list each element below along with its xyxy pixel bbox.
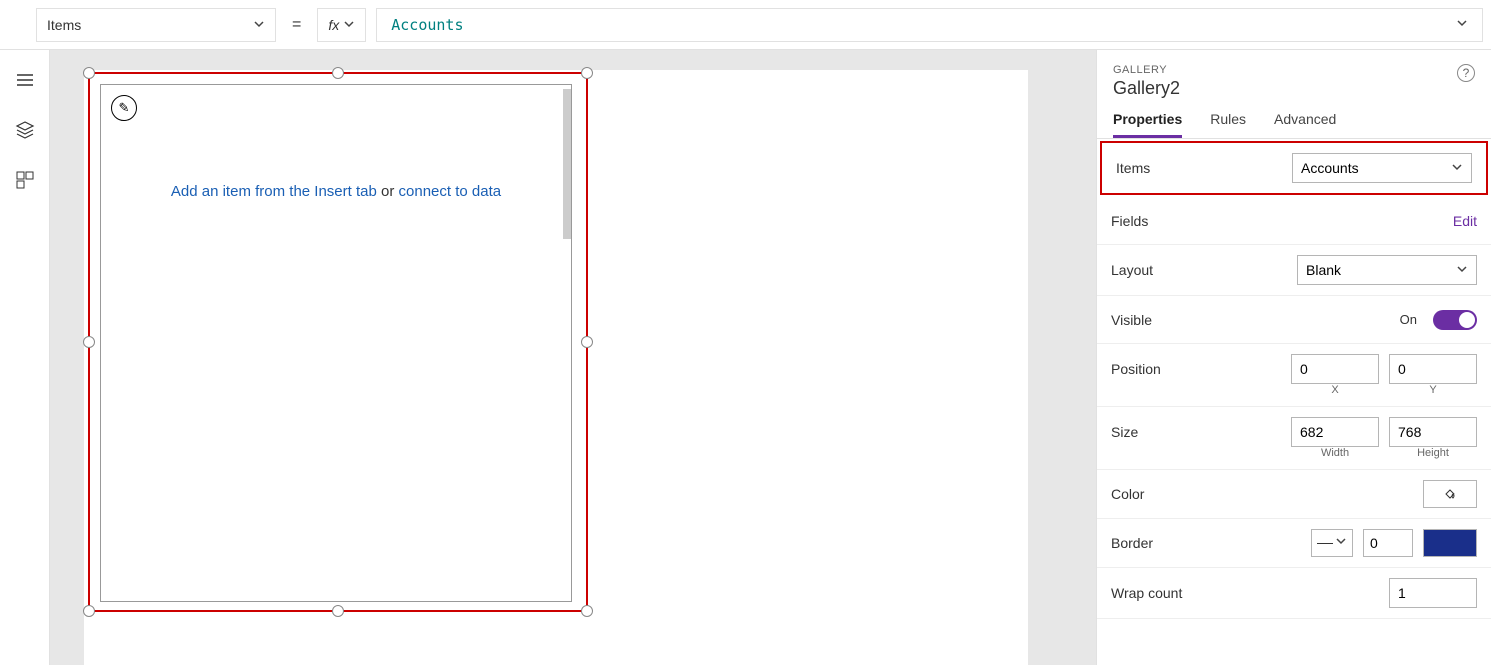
gallery-hint: Add an item from the Insert tab or conne… <box>101 183 571 200</box>
property-selector[interactable]: Items <box>36 8 276 42</box>
prop-fields-label: Fields <box>1111 213 1241 229</box>
resize-handle[interactable] <box>581 605 593 617</box>
help-icon[interactable]: ? <box>1457 64 1475 82</box>
layout-select-value: Blank <box>1306 262 1341 278</box>
resize-handle[interactable] <box>332 67 344 79</box>
artboard[interactable]: ✎ Add an item from the Insert tab or con… <box>84 70 1028 665</box>
prop-visible-label: Visible <box>1111 312 1241 328</box>
prop-border-row: Border <box>1097 519 1491 568</box>
items-select[interactable]: Accounts <box>1292 153 1472 183</box>
chevron-down-icon <box>253 17 265 33</box>
edit-pencil-icon[interactable]: ✎ <box>111 95 137 121</box>
resize-handle[interactable] <box>332 605 344 617</box>
size-height-sublabel: Height <box>1389 447 1477 459</box>
formula-text: Accounts <box>391 16 463 34</box>
chevron-down-icon <box>1335 534 1347 552</box>
prop-color-label: Color <box>1111 486 1241 502</box>
selection-outline: ✎ Add an item from the Insert tab or con… <box>88 72 588 612</box>
prop-visible-row: Visible On <box>1097 296 1491 344</box>
chevron-down-icon <box>1456 262 1468 278</box>
resize-handle[interactable] <box>581 67 593 79</box>
layout-select[interactable]: Blank <box>1297 255 1477 285</box>
tab-advanced[interactable]: Advanced <box>1274 111 1336 138</box>
visible-state-text: On <box>1400 312 1417 327</box>
border-color-swatch[interactable] <box>1423 529 1477 557</box>
hint-middle: or <box>377 183 399 200</box>
canvas-area[interactable]: ✎ Add an item from the Insert tab or con… <box>50 50 1096 665</box>
connect-data-link[interactable]: connect to data <box>399 183 502 200</box>
prop-items-label: Items <box>1116 160 1246 176</box>
paint-bucket-icon <box>1443 487 1457 501</box>
chevron-down-icon <box>1451 160 1463 176</box>
position-y-sublabel: Y <box>1389 384 1477 396</box>
panel-kind: GALLERY <box>1113 64 1180 76</box>
tab-rules[interactable]: Rules <box>1210 111 1246 138</box>
prop-color-row: Color <box>1097 470 1491 519</box>
wrap-count-input[interactable] <box>1389 578 1477 608</box>
layers-icon[interactable] <box>15 120 35 140</box>
border-width-input[interactable] <box>1363 529 1413 557</box>
formula-input[interactable]: Accounts <box>376 8 1483 42</box>
hamburger-icon[interactable] <box>15 70 35 90</box>
items-select-value: Accounts <box>1301 160 1359 176</box>
fx-icon: fx <box>328 17 339 33</box>
properties-panel: GALLERY Gallery2 ? Properties Rules Adva… <box>1096 50 1491 665</box>
equals-label: = <box>286 16 307 34</box>
prop-fields-row: Fields Edit <box>1097 197 1491 245</box>
resize-handle[interactable] <box>83 67 95 79</box>
size-width-sublabel: Width <box>1291 447 1379 459</box>
chevron-down-icon <box>1456 16 1468 34</box>
prop-size-label: Size <box>1111 424 1241 440</box>
chevron-down-icon <box>343 17 355 33</box>
position-x-input[interactable] <box>1291 354 1379 384</box>
panel-title: Gallery2 <box>1113 78 1180 99</box>
resize-handle[interactable] <box>83 605 95 617</box>
border-style-select[interactable] <box>1311 529 1353 557</box>
prop-border-label: Border <box>1111 535 1241 551</box>
components-icon[interactable] <box>15 170 35 190</box>
resize-handle[interactable] <box>83 336 95 348</box>
prop-wrap-label: Wrap count <box>1111 585 1241 601</box>
formula-bar: Items = fx Accounts <box>0 0 1491 50</box>
left-rail <box>0 50 50 665</box>
prop-layout-label: Layout <box>1111 262 1241 278</box>
position-y-input[interactable] <box>1389 354 1477 384</box>
position-x-sublabel: X <box>1291 384 1379 396</box>
resize-handle[interactable] <box>581 336 593 348</box>
visible-toggle[interactable] <box>1433 310 1477 330</box>
fields-edit-link[interactable]: Edit <box>1453 213 1477 229</box>
panel-tabs: Properties Rules Advanced <box>1097 105 1491 139</box>
insert-tab-link[interactable]: Add an item from the Insert tab <box>171 183 377 200</box>
prop-layout-row: Layout Blank <box>1097 245 1491 296</box>
prop-items-row: Items Accounts <box>1100 141 1488 195</box>
color-swatch[interactable] <box>1423 480 1477 508</box>
fx-button[interactable]: fx <box>317 8 366 42</box>
gallery-scrollbar[interactable] <box>563 89 571 239</box>
size-width-input[interactable] <box>1291 417 1379 447</box>
border-line-icon <box>1317 543 1333 544</box>
prop-wrap-row: Wrap count <box>1097 568 1491 619</box>
prop-position-label: Position <box>1111 361 1241 377</box>
property-selector-value: Items <box>47 17 81 33</box>
size-height-input[interactable] <box>1389 417 1477 447</box>
tab-properties[interactable]: Properties <box>1113 111 1182 138</box>
gallery-control[interactable]: ✎ Add an item from the Insert tab or con… <box>100 84 572 602</box>
